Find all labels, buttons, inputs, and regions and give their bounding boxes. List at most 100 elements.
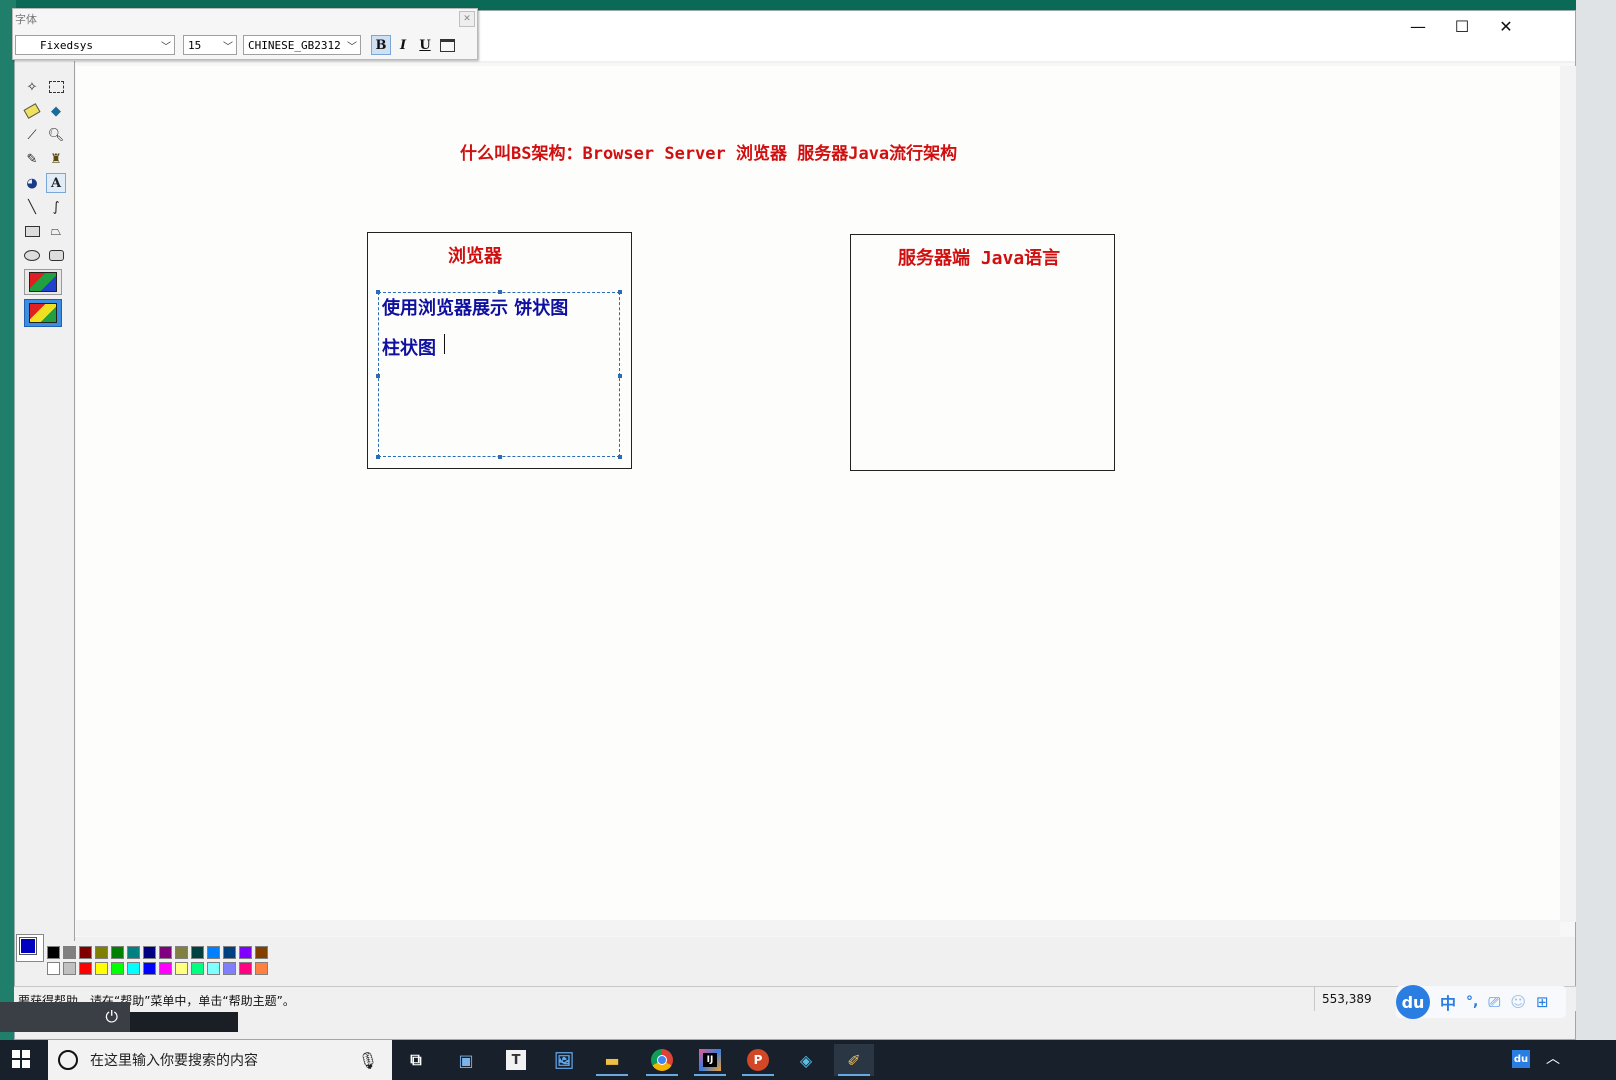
free-select-tool[interactable]: ✧ [22, 77, 42, 97]
palette-color-swatch[interactable] [255, 946, 268, 959]
taskbar-app-typora[interactable]: T [496, 1044, 536, 1076]
frame-handle[interactable] [498, 455, 502, 459]
palette-color-swatch[interactable] [239, 962, 252, 975]
airbrush-tool[interactable]: ◕ [22, 173, 42, 193]
palette-color-swatch[interactable] [95, 946, 108, 959]
palette-color-swatch[interactable] [47, 946, 60, 959]
close-button[interactable]: ✕ [1483, 11, 1529, 41]
rounded-rect-tool[interactable] [46, 245, 66, 265]
frame-handle[interactable] [376, 374, 380, 378]
transparent-mode-option[interactable] [24, 299, 62, 327]
taskbar-app-vmware[interactable]: ◈ [786, 1044, 826, 1076]
palette-color-swatch[interactable] [223, 962, 236, 975]
palette-color-swatch[interactable] [239, 946, 252, 959]
taskbar-search-box[interactable]: 在这里输入你要搜索的内容 🎙︎ [48, 1040, 392, 1080]
taskbar-app-paint[interactable]: ✐ [834, 1044, 874, 1076]
palette-color-swatch[interactable] [223, 946, 236, 959]
foreground-color-swatch[interactable] [19, 937, 37, 955]
minimize-button[interactable]: — [1395, 11, 1441, 41]
taskbar-app-file-explorer[interactable]: ▬ [592, 1044, 632, 1076]
palette-color-swatch[interactable] [127, 962, 140, 975]
minimize-icon: — [1410, 16, 1426, 36]
windows-logo-icon [12, 1050, 20, 1058]
frame-handle[interactable] [618, 374, 622, 378]
palette-color-swatch[interactable] [175, 946, 188, 959]
taskbar-app-powerpoint[interactable]: P [738, 1044, 778, 1076]
italic-button[interactable]: I [393, 35, 413, 55]
taskbar-app-chrome[interactable] [642, 1044, 682, 1076]
font-size-select[interactable]: 15 ﹀ [183, 35, 237, 55]
palette-color-swatch[interactable] [175, 962, 188, 975]
brush-tool[interactable]: ♜ [46, 149, 66, 169]
magnifier-tool[interactable]: 🔍︎ [46, 125, 66, 145]
power-button[interactable]: ⏻ [0, 1002, 130, 1032]
font-name-select[interactable]: Fixedsys ﹀ [15, 35, 175, 55]
browser-text-line1: 使用浏览器展示 饼状图 [382, 298, 569, 319]
palette-color-swatch[interactable] [63, 962, 76, 975]
palette-color-swatch[interactable] [111, 946, 124, 959]
ime-punct-toggle[interactable]: °, [1466, 994, 1478, 1010]
palette-color-swatch[interactable] [143, 962, 156, 975]
font-toolbar-close[interactable]: ✕ [459, 11, 475, 27]
taskbar-app-remote-desktop[interactable]: ▣ [446, 1044, 486, 1076]
palette-color-swatch[interactable] [207, 946, 220, 959]
text-tool[interactable]: A [46, 173, 66, 193]
eraser-tool[interactable] [22, 101, 42, 121]
bold-button[interactable]: B [371, 35, 391, 55]
ime-toolbar: du 中 °, ⎚ ☺ ⊞ [1396, 985, 1566, 1019]
palette-color-swatch[interactable] [207, 962, 220, 975]
frame-handle[interactable] [376, 290, 380, 294]
frame-handle[interactable] [618, 455, 622, 459]
fill-tool[interactable]: ◆ [46, 101, 66, 121]
tray-ime-icon[interactable]: du [1512, 1050, 1530, 1068]
palette-color-swatch[interactable] [111, 962, 124, 975]
microphone-icon[interactable]: 🎙︎ [358, 1051, 378, 1070]
task-view-button[interactable]: ⧉ [396, 1044, 436, 1076]
ime-lang-toggle[interactable]: 中 [1440, 990, 1456, 1014]
frame-handle[interactable] [376, 455, 380, 459]
ime-grid-icon[interactable]: ⊞ [1536, 993, 1549, 1011]
start-button[interactable] [12, 1050, 30, 1068]
palette-color-swatch[interactable] [63, 946, 76, 959]
palette-color-swatch[interactable] [127, 946, 140, 959]
palette-color-swatch[interactable] [191, 962, 204, 975]
palette-color-swatch[interactable] [95, 962, 108, 975]
text-cursor [444, 334, 445, 354]
photos-icon: 🖼︎ [553, 1050, 575, 1070]
charset-select[interactable]: CHINESE_GB2312 ﹀ [243, 35, 361, 55]
pencil-tool[interactable]: ✎ [22, 149, 42, 169]
curve-tool[interactable]: ∫ [46, 197, 66, 217]
vertical-text-button[interactable] [437, 35, 457, 55]
palette-color-swatch[interactable] [143, 946, 156, 959]
palette-color-swatch[interactable] [79, 946, 92, 959]
palette-color-swatch[interactable] [159, 946, 172, 959]
underline-button[interactable]: U [415, 35, 435, 55]
palette-color-swatch[interactable] [79, 962, 92, 975]
rectangle-tool[interactable] [22, 221, 42, 241]
tray-chevron-icon[interactable]: ︿ [1546, 1048, 1560, 1068]
taskbar-app-photos[interactable]: 🖼︎ [544, 1044, 584, 1076]
taskbar-app-intellij[interactable]: IJ [690, 1044, 730, 1076]
polygon-tool[interactable]: ⏢ [46, 221, 66, 241]
intellij-icon: IJ [699, 1049, 721, 1071]
polygon-icon: ⏢ [50, 223, 62, 239]
palette-color-swatch[interactable] [159, 962, 172, 975]
maximize-button[interactable]: ☐ [1439, 11, 1485, 41]
ellipse-tool[interactable] [22, 245, 42, 265]
line-tool[interactable]: ╲ [22, 197, 42, 217]
color-picker-tool[interactable]: ⟋ [22, 125, 42, 145]
palette-color-swatch[interactable] [47, 962, 60, 975]
eyedropper-icon: ⟋ [27, 127, 37, 143]
drawing-canvas[interactable] [76, 66, 1560, 922]
rect-select-icon [48, 81, 64, 93]
ime-user-icon[interactable]: ☺ [1510, 993, 1526, 1011]
rect-select-tool[interactable] [46, 77, 66, 97]
palette-color-swatch[interactable] [191, 946, 204, 959]
toolbox: ✧ ◆ ⟋ 🔍︎ ✎ ♜ ◕ A ╲ ∫ ⏢ [16, 61, 75, 941]
palette-color-swatch[interactable] [255, 962, 268, 975]
vertical-scrollbar[interactable] [1560, 66, 1576, 922]
frame-handle[interactable] [618, 290, 622, 294]
opaque-mode-option[interactable] [24, 269, 62, 295]
ime-keyboard-icon[interactable]: ⎚ [1488, 993, 1500, 1011]
ime-logo[interactable]: du [1396, 985, 1430, 1019]
